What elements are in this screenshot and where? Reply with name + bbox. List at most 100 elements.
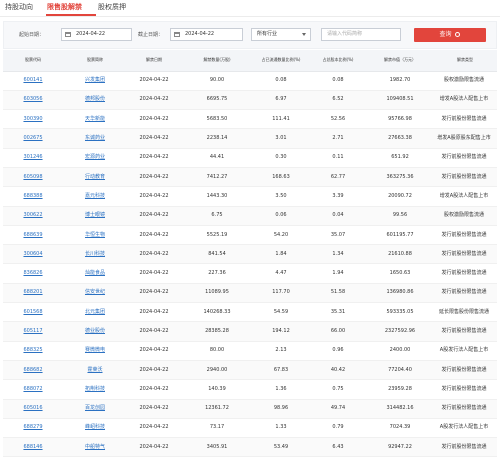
- cell-name[interactable]: 拓荆科技: [63, 379, 127, 400]
- cell-code[interactable]: 603056: [3, 90, 63, 111]
- cell-code[interactable]: 605117: [3, 321, 63, 342]
- cell-code[interactable]: 300622: [3, 206, 63, 226]
- col-header-quantity[interactable]: 解禁数量(万股): [181, 50, 253, 72]
- query-button[interactable]: 查询: [414, 28, 486, 42]
- industry-select[interactable]: 所有行业: [251, 28, 311, 41]
- cell-code[interactable]: 688639: [3, 225, 63, 246]
- cell-date: 2024-04-22: [127, 302, 181, 323]
- col-header-code[interactable]: 股票代码: [3, 50, 63, 72]
- query-button-label: 查询: [439, 31, 452, 38]
- cell-name[interactable]: 峰岹科技: [63, 418, 127, 439]
- cell-name[interactable]: 兴发集团: [63, 71, 127, 91]
- cell-total-ratio: 62.77: [309, 167, 367, 188]
- cell-name[interactable]: 德邦股份: [63, 90, 127, 111]
- start-date-input[interactable]: 2024-04-22: [61, 28, 132, 41]
- cell-code[interactable]: 688201: [3, 283, 63, 304]
- lockup-expiry-table: 股票代码 股票简称 解禁日期 解禁数量(万股) 占已流通数量比例(%) 占总股本…: [3, 50, 497, 458]
- cell-quantity: 12361.72: [181, 399, 253, 419]
- cell-type: A股发行法人配售上市: [433, 341, 497, 361]
- cell-code[interactable]: 688682: [3, 360, 63, 381]
- cell-total-ratio: 0.08: [309, 71, 367, 91]
- cell-total-ratio: 35.07: [309, 225, 367, 246]
- cell-date: 2024-04-22: [127, 341, 181, 361]
- cell-date: 2024-04-22: [127, 379, 181, 400]
- cell-code[interactable]: 605098: [3, 167, 63, 188]
- col-header-float-ratio[interactable]: 占已流通数量比例(%): [253, 50, 309, 72]
- cell-name[interactable]: 北元集团: [63, 302, 127, 323]
- cell-quantity: 2238.14: [181, 128, 253, 149]
- table-header-row: 股票代码 股票简称 解禁日期 解禁数量(万股) 占已流通数量比例(%) 占总股本…: [3, 50, 497, 72]
- cell-name[interactable]: 赛微微电: [63, 341, 127, 361]
- cell-code[interactable]: 688146: [3, 437, 63, 458]
- cell-code[interactable]: 300390: [3, 109, 63, 130]
- tab-bar: 持股动向 限售股解禁 股权质押: [0, 0, 500, 17]
- cell-name[interactable]: 灿能食品: [63, 263, 127, 284]
- cell-type: 发行前股份限售流通: [433, 148, 497, 168]
- cell-code[interactable]: 301246: [3, 148, 63, 168]
- cell-name[interactable]: 华恒生物: [63, 225, 127, 246]
- cell-quantity: 11089.95: [181, 283, 253, 304]
- col-header-type[interactable]: 解禁类型: [433, 50, 497, 72]
- end-date-value: 2024-04-22: [185, 31, 215, 37]
- cell-market-value: 593335.05: [367, 302, 433, 323]
- cell-type: 发行前股份限售流通: [433, 360, 497, 381]
- cell-name[interactable]: 霍莱沃: [63, 360, 127, 381]
- stock-search-input[interactable]: 请输入代码简称: [321, 28, 401, 41]
- cell-code[interactable]: 688072: [3, 379, 63, 400]
- cell-float-ratio: 98.96: [253, 399, 309, 419]
- cell-quantity: 1443.30: [181, 186, 253, 207]
- cell-name[interactable]: 宏源药业: [63, 148, 127, 168]
- cell-total-ratio: 51.58: [309, 283, 367, 304]
- start-date-value: 2024-04-22: [76, 31, 106, 37]
- cell-total-ratio: 0.11: [309, 148, 367, 168]
- cell-quantity: 140.39: [181, 379, 253, 400]
- cell-float-ratio: 3.50: [253, 186, 309, 207]
- cell-name[interactable]: 嘉元科技: [63, 186, 127, 207]
- cell-name[interactable]: 行动教育: [63, 167, 127, 188]
- cell-date: 2024-04-22: [127, 399, 181, 419]
- table-row: 300390 天华新能 2024-04-22 5683.50 111.41 52.56 95…: [3, 109, 497, 130]
- cell-code[interactable]: 688325: [3, 341, 63, 361]
- end-date-input[interactable]: 2024-04-22: [170, 28, 243, 41]
- cell-name[interactable]: 德业股份: [63, 321, 127, 342]
- calendar-icon: [174, 32, 180, 37]
- cell-market-value: 363275.36: [367, 167, 433, 188]
- cell-market-value: 1650.63: [367, 263, 433, 284]
- cell-type: 发行前股份限售流通: [433, 321, 497, 342]
- cell-name[interactable]: 百龙创园: [63, 399, 127, 419]
- col-header-name[interactable]: 股票简称: [63, 50, 127, 72]
- col-header-market-value[interactable]: 解禁市值（万元）: [367, 50, 433, 72]
- cell-type: 发行前股份限售流通: [433, 283, 497, 304]
- cell-code[interactable]: 688279: [3, 418, 63, 439]
- cell-total-ratio: 1.34: [309, 244, 367, 265]
- cell-quantity: 140268.33: [181, 302, 253, 323]
- cell-date: 2024-04-22: [127, 225, 181, 246]
- cell-code[interactable]: 836826: [3, 263, 63, 284]
- tab-holding-trends[interactable]: 持股动向: [5, 2, 33, 12]
- cell-name[interactable]: 信安世纪: [63, 283, 127, 304]
- cell-code[interactable]: 002675: [3, 128, 63, 149]
- cell-market-value: 27663.38: [367, 128, 433, 149]
- cell-name[interactable]: 东诚药业: [63, 128, 127, 149]
- cell-type: 发行前股份限售流通: [433, 244, 497, 265]
- cell-name[interactable]: 中船特气: [63, 437, 127, 458]
- cell-float-ratio: 54.20: [253, 225, 309, 246]
- col-header-total-ratio[interactable]: 占总股本比例(%): [309, 50, 367, 72]
- cell-date: 2024-04-22: [127, 71, 181, 91]
- cell-code[interactable]: 300604: [3, 244, 63, 265]
- cell-name[interactable]: 博士眼镜: [63, 206, 127, 226]
- cell-code[interactable]: 688388: [3, 186, 63, 207]
- cell-type: 增发A股法人配售上市: [433, 186, 497, 207]
- cell-code[interactable]: 605016: [3, 399, 63, 419]
- tab-lockup-expiry[interactable]: 限售股解禁: [47, 2, 82, 12]
- cell-name[interactable]: 天华新能: [63, 109, 127, 130]
- cell-float-ratio: 54.59: [253, 302, 309, 323]
- end-date-label: 截止日期：: [138, 32, 164, 38]
- cell-name[interactable]: 长川科技: [63, 244, 127, 265]
- table-row: 300604 长川科技 2024-04-22 841.54 1.84 1.34 21610.…: [3, 244, 497, 265]
- cell-code[interactable]: 601568: [3, 302, 63, 323]
- cell-type: A股发行法人配售上市: [433, 418, 497, 439]
- col-header-date[interactable]: 解禁日期: [127, 50, 181, 72]
- tab-equity-pledge[interactable]: 股权质押: [98, 2, 126, 12]
- cell-code[interactable]: 600141: [3, 71, 63, 91]
